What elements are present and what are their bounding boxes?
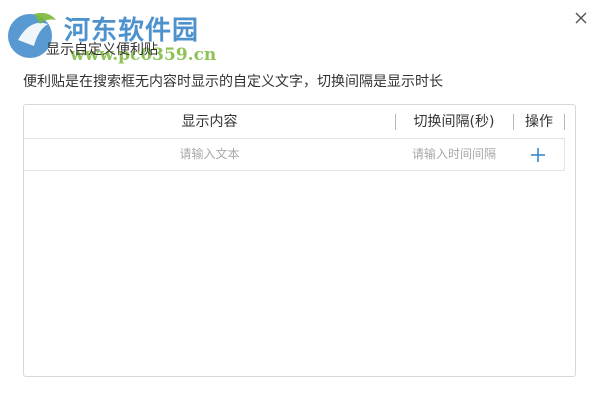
table-row-new [24, 139, 565, 171]
column-header-interval: 切换间隔(秒) [413, 114, 495, 130]
interval-input[interactable] [395, 139, 513, 169]
custom-sticky-note-dialog: 河东软件园 www.pc0359.cn 显示自定义便利贴 便利贴是在搜索框无内容… [0, 0, 600, 400]
dialog-description: 便利贴是在搜索框无内容时显示的自定义文字，切换间隔是显示时长 [23, 74, 443, 90]
table-header: 显示内容 切换间隔(秒) 操作 [24, 105, 565, 139]
column-divider [564, 114, 565, 130]
add-row-button[interactable] [529, 146, 547, 164]
sticky-note-table: 显示内容 切换间隔(秒) 操作 [23, 104, 576, 377]
column-header-content: 显示内容 [181, 114, 238, 130]
close-icon [575, 12, 587, 24]
dialog-title: 显示自定义便利贴 [46, 42, 158, 58]
plus-icon [531, 148, 545, 162]
column-header-action: 操作 [525, 114, 553, 130]
content-input[interactable] [24, 139, 395, 169]
close-button[interactable] [571, 8, 591, 28]
